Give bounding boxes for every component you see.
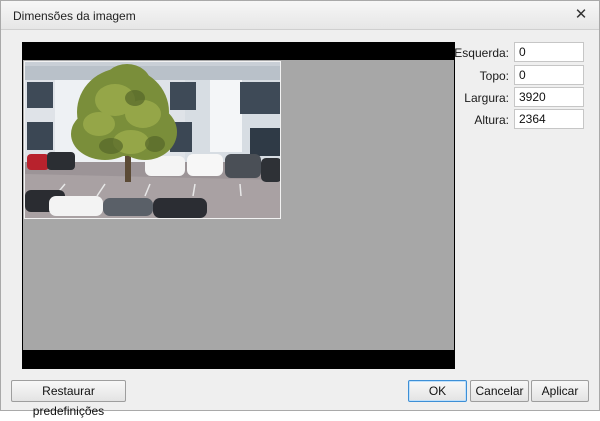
left-field-row: Esquerda: <box>454 42 586 62</box>
image-dimensions-dialog: Dimensões da imagem ✕ Esquerda: 0 Topo: … <box>0 0 600 418</box>
title-bar[interactable]: Dimensões da imagem ✕ <box>1 1 599 30</box>
height-label: Altura: <box>474 113 509 127</box>
top-input[interactable] <box>514 65 584 85</box>
camera-image[interactable] <box>24 61 281 219</box>
left-label: Esquerda: <box>454 46 509 60</box>
apply-button[interactable]: Aplicar <box>531 380 589 402</box>
cancel-button[interactable]: Cancelar <box>470 380 529 402</box>
close-icon[interactable]: ✕ <box>573 6 589 24</box>
left-input[interactable] <box>514 42 584 62</box>
top-field-row: Topo: <box>461 65 586 85</box>
width-input[interactable] <box>514 87 584 107</box>
top-label: Topo: <box>479 69 509 83</box>
width-label: Largura: <box>464 91 509 105</box>
height-input[interactable] <box>514 109 584 129</box>
reset-defaults-button[interactable]: Restaurar predefinições <box>11 380 126 418</box>
height-field-row: Altura: <box>461 109 586 129</box>
width-field-row: Largura: <box>461 87 586 107</box>
dialog-title: Dimensões da imagem <box>13 9 136 23</box>
ok-button[interactable]: OK <box>408 380 467 402</box>
